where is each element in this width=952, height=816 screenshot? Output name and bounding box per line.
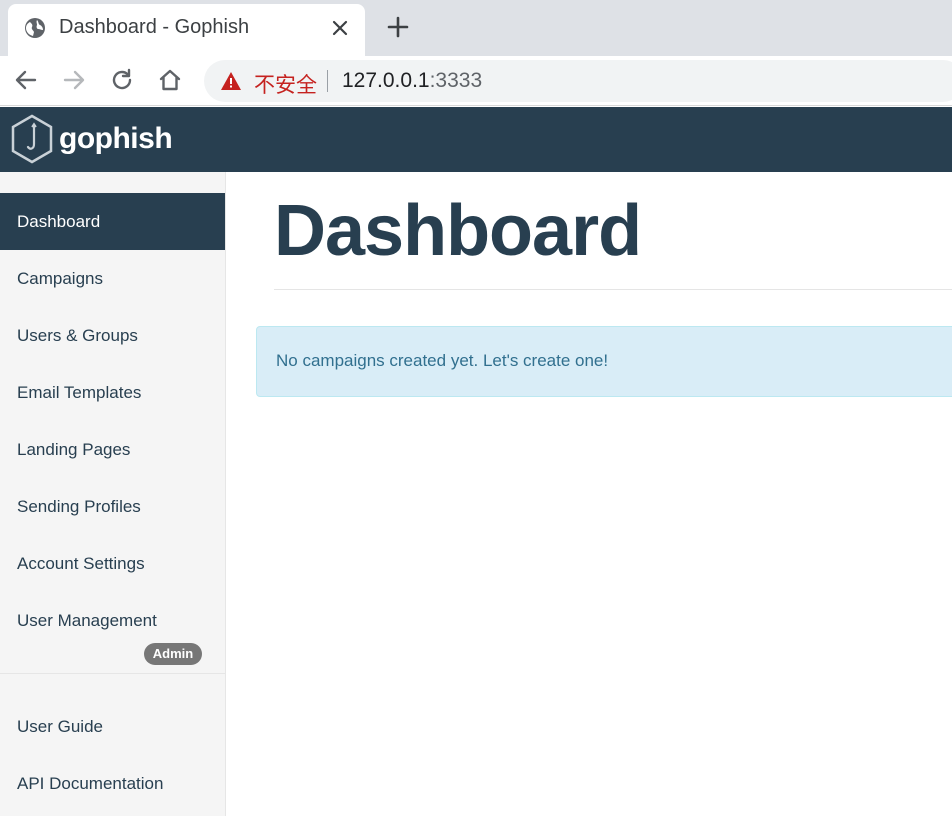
browser-tabstrip: Dashboard - Gophish xyxy=(0,0,952,56)
security-label[interactable]: 不安全 xyxy=(254,69,317,99)
sidebar-item-user-management[interactable]: User Management xyxy=(0,592,225,649)
sidebar-item-users-groups[interactable]: Users & Groups xyxy=(0,307,225,364)
empty-campaigns-alert: No campaigns created yet. Let's create o… xyxy=(256,326,952,397)
title-divider xyxy=(274,289,952,290)
sidebar-item-dashboard[interactable]: Dashboard xyxy=(0,193,225,250)
sidebar-item-account-settings[interactable]: Account Settings xyxy=(0,535,225,592)
sidebar-divider xyxy=(0,673,225,674)
plus-icon[interactable] xyxy=(386,15,410,39)
admin-badge: Admin xyxy=(144,643,202,665)
sidebar-item-api-documentation[interactable]: API Documentation xyxy=(0,755,225,812)
globe-icon xyxy=(25,18,45,38)
brand-name[interactable]: gophish xyxy=(59,122,173,156)
app-navbar: gophish xyxy=(0,107,952,172)
url-text[interactable]: 127.0.0.1:3333 xyxy=(342,69,482,93)
alert-message: No campaigns created yet. Let's create o… xyxy=(276,351,609,370)
sidebar-item-user-guide[interactable]: User Guide xyxy=(0,698,225,755)
gophish-logo-icon[interactable] xyxy=(10,114,54,164)
sidebar-item-landing-pages[interactable]: Landing Pages xyxy=(0,421,225,478)
sidebar-item-campaigns[interactable]: Campaigns xyxy=(0,250,225,307)
sidebar: Dashboard Campaigns Users & Groups Email… xyxy=(0,172,226,816)
tab-title: Dashboard - Gophish xyxy=(59,16,250,38)
page-title: Dashboard xyxy=(274,191,642,271)
address-separator xyxy=(327,70,328,92)
address-bar[interactable]: 不安全 127.0.0.1:3333 xyxy=(204,60,952,102)
sidebar-item-sending-profiles[interactable]: Sending Profiles xyxy=(0,478,225,535)
back-icon[interactable] xyxy=(13,67,39,93)
browser-toolbar: 不安全 127.0.0.1:3333 xyxy=(0,56,952,106)
close-icon[interactable] xyxy=(328,16,352,40)
home-icon[interactable] xyxy=(157,67,183,93)
sidebar-item-email-templates[interactable]: Email Templates xyxy=(0,364,225,421)
forward-icon[interactable] xyxy=(61,67,87,93)
reload-icon[interactable] xyxy=(109,67,135,93)
warning-icon xyxy=(221,72,241,90)
browser-tab[interactable]: Dashboard - Gophish xyxy=(8,4,365,56)
